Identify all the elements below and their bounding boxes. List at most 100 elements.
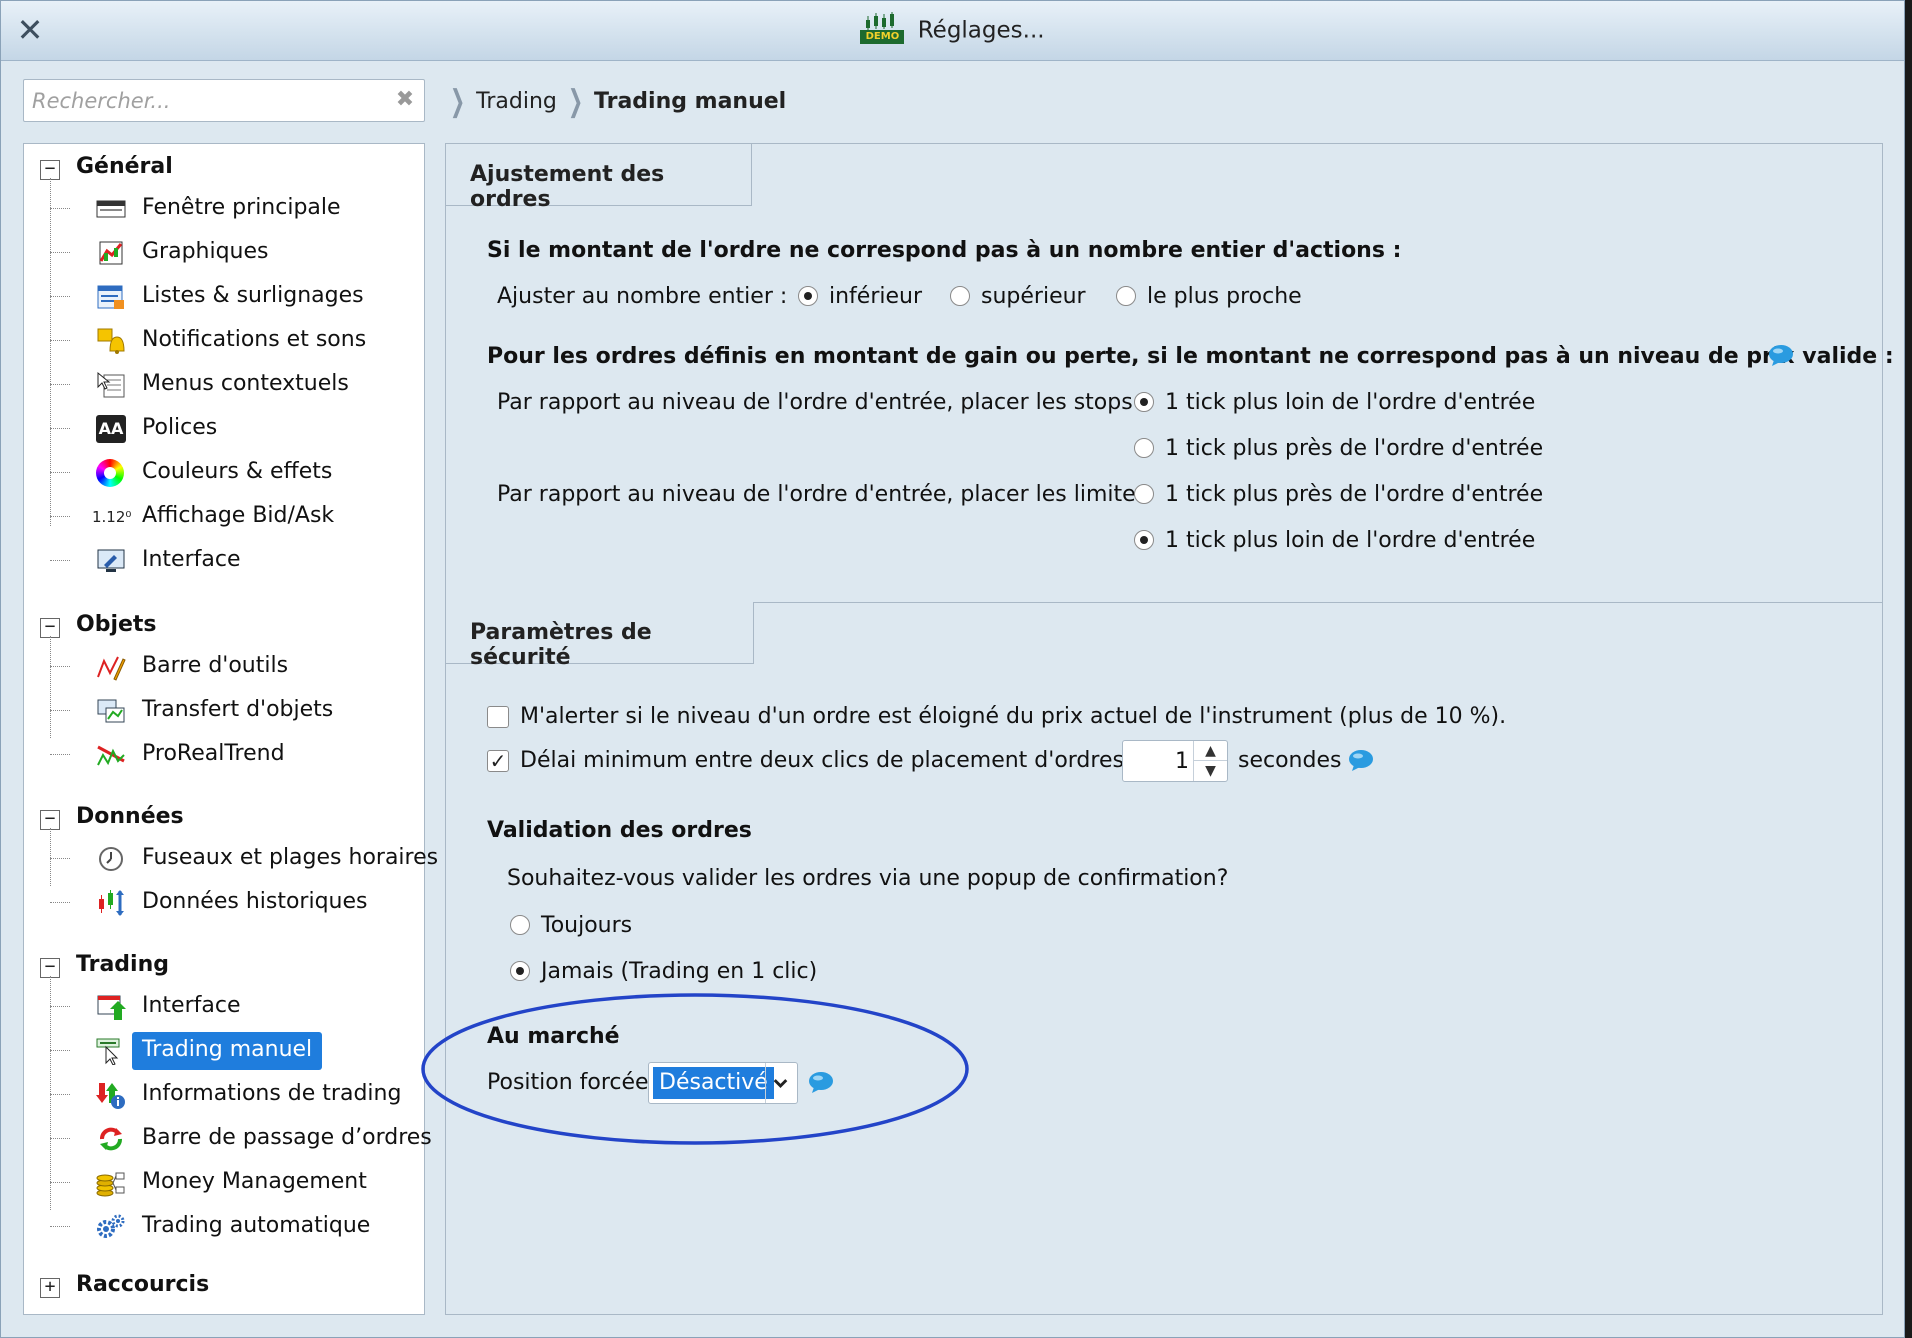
radio-inferieur[interactable] xyxy=(798,286,818,306)
chevron-down-icon[interactable] xyxy=(765,1063,795,1103)
expand-icon[interactable]: + xyxy=(40,1278,60,1298)
tree-connector xyxy=(50,384,70,385)
radio-label-limites-loin[interactable]: 1 tick plus loin de l'ordre d'entrée xyxy=(1165,528,1535,553)
limits-label: Par rapport au niveau de l'ordre d'entré… xyxy=(497,482,1148,507)
radio-stops-loin[interactable] xyxy=(1134,392,1154,412)
tree-connector xyxy=(50,252,70,253)
radio-jamais[interactable] xyxy=(510,961,530,981)
help-bubble-icon[interactable] xyxy=(1768,344,1794,366)
tree-group-label: Raccourcis xyxy=(76,1272,210,1297)
tree-item-label: Trading automatique xyxy=(142,1213,371,1238)
delay-spinner[interactable]: 1 ▲ ▼ xyxy=(1122,740,1228,782)
section-tab-ajustement: Ajustement des ordres xyxy=(446,144,752,212)
chevron-right-icon: ❯ xyxy=(567,83,583,119)
chevron-down-icon[interactable]: ▼ xyxy=(1193,761,1227,781)
forced-position-select[interactable]: Désactivé xyxy=(648,1062,798,1104)
tree-item-trading-manuel[interactable]: Trading manuel xyxy=(50,1030,420,1070)
tree-group-general[interactable]: − Général xyxy=(24,148,424,188)
tree-item-label: Menus contextuels xyxy=(142,371,349,396)
radio-label-stops-pres[interactable]: 1 tick plus près de l'ordre d'entrée xyxy=(1165,436,1543,461)
tree-item-barre-outils[interactable]: Barre d'outils xyxy=(50,646,420,686)
delay-label[interactable]: Délai minimum entre deux clics de placem… xyxy=(520,748,1138,773)
section-tab-securite: Paramètres de sécurité xyxy=(446,602,754,670)
tree-group-raccourcis[interactable]: + Raccourcis xyxy=(24,1266,424,1306)
radio-label-toujours[interactable]: Toujours xyxy=(541,913,632,938)
tree-item-notifications[interactable]: Notifications et sons xyxy=(50,320,420,360)
delay-spinner-value[interactable]: 1 xyxy=(1123,749,1189,774)
validation-question: Souhaitez-vous valider les ordres via un… xyxy=(507,866,1229,891)
font-icon: AA xyxy=(96,415,126,443)
radio-label-inferieur[interactable]: inférieur xyxy=(829,284,922,309)
chart-icon xyxy=(99,241,123,265)
tree-item-informations-trading[interactable]: Informations de trading xyxy=(50,1074,420,1114)
radio-superieur[interactable] xyxy=(950,286,970,306)
tree-group-trading[interactable]: − Trading xyxy=(24,946,424,986)
radio-label-stops-loin[interactable]: 1 tick plus loin de l'ordre d'entrée xyxy=(1165,390,1535,415)
tree-item-menus-contextuels[interactable]: Menus contextuels xyxy=(50,364,420,404)
collapse-icon[interactable]: − xyxy=(40,618,60,638)
tree-item-fuseaux[interactable]: Fuseaux et plages horaires xyxy=(50,838,438,878)
tree-item-listes[interactable]: Listes & surlignages xyxy=(50,276,420,316)
collapse-icon[interactable]: − xyxy=(40,160,60,180)
window-title: DEMO Réglages... xyxy=(1,12,1904,47)
transfer-icon xyxy=(97,699,125,723)
tree-connector xyxy=(50,666,70,667)
tree-group-label: Données xyxy=(76,804,184,829)
tree-item-money-management[interactable]: Money Management xyxy=(50,1162,420,1202)
search-input[interactable] xyxy=(32,86,382,116)
tree-item-polices[interactable]: AA Polices xyxy=(50,408,420,448)
radio-plus-proche[interactable] xyxy=(1116,286,1136,306)
radio-toujours[interactable] xyxy=(510,915,530,935)
tree-item-couleurs[interactable]: Couleurs & effets xyxy=(50,452,420,492)
tree-item-interface-general[interactable]: Interface xyxy=(50,540,420,580)
alert-checkbox[interactable] xyxy=(487,706,509,728)
tree-item-trading-automatique[interactable]: Trading automatique xyxy=(50,1206,420,1246)
tree-connector xyxy=(50,296,70,297)
tree-item-label: Couleurs & effets xyxy=(142,459,333,484)
radio-label-limites-pres[interactable]: 1 tick plus près de l'ordre d'entrée xyxy=(1165,482,1543,507)
radio-limites-loin[interactable] xyxy=(1134,530,1154,550)
adjust-label: Ajuster au nombre entier : xyxy=(497,284,788,309)
tree-item-label: Transfert d'objets xyxy=(142,697,334,722)
adjust-question-2: Pour les ordres définis en montant de ga… xyxy=(487,344,1894,369)
tree-item-bid-ask[interactable]: 1.12⁰ Affichage Bid/Ask xyxy=(50,496,420,536)
tree-item-label: Affichage Bid/Ask xyxy=(142,503,335,528)
gears-icon xyxy=(97,1214,125,1238)
delay-checkbox[interactable]: ✓ xyxy=(487,750,509,772)
trading-info-icon xyxy=(96,1083,125,1109)
collapse-icon[interactable]: − xyxy=(40,958,60,978)
radio-stops-pres[interactable] xyxy=(1134,438,1154,458)
forced-position-value[interactable]: Désactivé xyxy=(653,1067,774,1099)
tree-item-donnees-historiques[interactable]: Données historiques xyxy=(50,882,420,922)
tree-connector xyxy=(50,340,70,341)
breadcrumb-item-trading[interactable]: Trading xyxy=(476,89,557,114)
forced-position-label: Position forcée xyxy=(487,1070,649,1095)
tree-item-label: Interface xyxy=(142,547,241,572)
tree-group-objets[interactable]: − Objets xyxy=(24,606,424,646)
delay-unit: secondes xyxy=(1238,748,1342,773)
radio-label-plus-proche[interactable]: le plus proche xyxy=(1147,284,1302,309)
order-bar-icon xyxy=(100,1127,122,1151)
tree-item-barre-passage-ordres[interactable]: Barre de passage d’ordres xyxy=(50,1118,432,1158)
tree-item-transfert-objets[interactable]: Transfert d'objets xyxy=(50,690,420,730)
clear-search-icon[interactable]: ✖ xyxy=(394,89,416,111)
clock-icon xyxy=(99,847,123,871)
historical-data-icon xyxy=(99,890,124,916)
help-bubble-icon[interactable] xyxy=(808,1071,834,1093)
tree-group-donnees[interactable]: − Données xyxy=(24,798,424,838)
radio-limites-pres[interactable] xyxy=(1134,484,1154,504)
chevron-up-icon[interactable]: ▲ xyxy=(1193,741,1227,761)
tree-item-fenetre-principale[interactable]: Fenêtre principale xyxy=(50,188,420,228)
manual-trading-icon xyxy=(96,1038,120,1065)
radio-label-jamais[interactable]: Jamais (Trading en 1 clic) xyxy=(541,959,817,984)
tree-connector xyxy=(50,516,70,517)
collapse-icon[interactable]: − xyxy=(40,810,60,830)
help-bubble-icon[interactable] xyxy=(1348,749,1374,771)
tree-item-graphiques[interactable]: Graphiques xyxy=(50,232,420,272)
tree-item-interface-trading[interactable]: Interface xyxy=(50,986,420,1026)
radio-label-superieur[interactable]: supérieur xyxy=(981,284,1086,309)
tree-item-label: Interface xyxy=(142,993,241,1018)
window-icon xyxy=(96,200,126,218)
alert-label[interactable]: M'alerter si le niveau d'un ordre est él… xyxy=(520,704,1506,729)
tree-item-prorealtrend[interactable]: ProRealTrend xyxy=(50,734,420,774)
